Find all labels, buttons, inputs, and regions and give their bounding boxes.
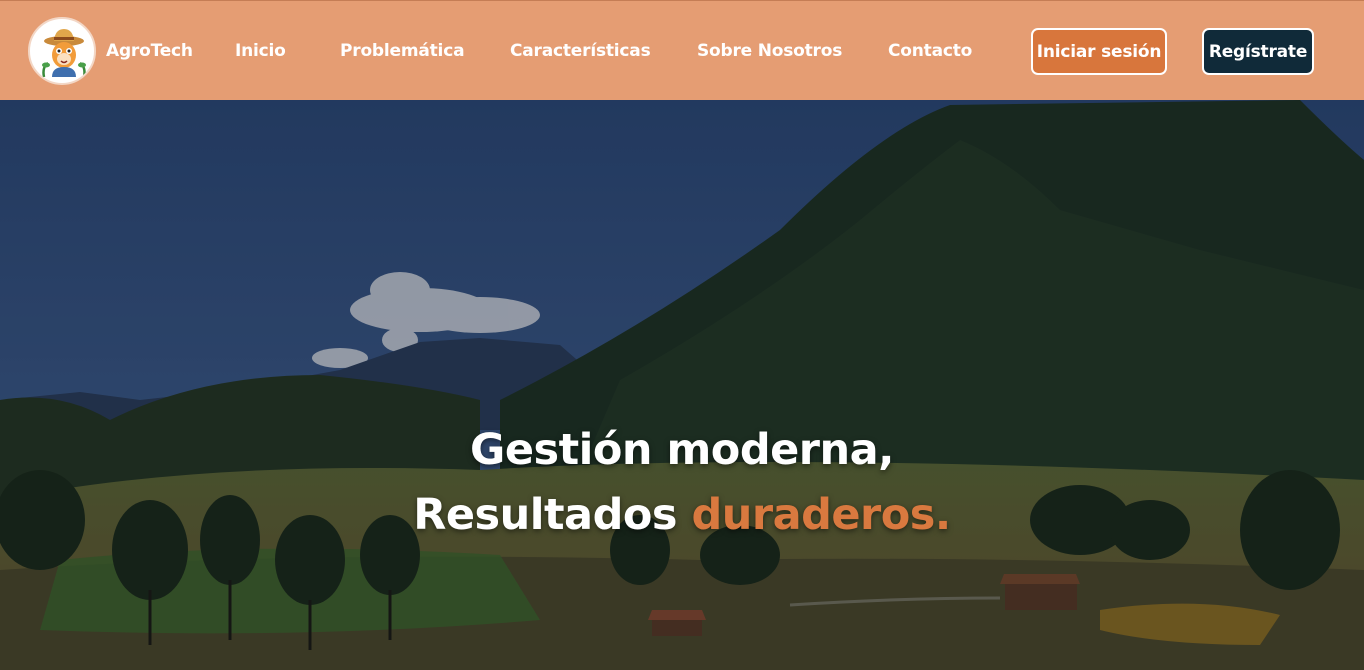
nav-link-caracteristicas[interactable]: Características xyxy=(510,41,651,61)
login-button[interactable]: Iniciar sesión xyxy=(1031,28,1167,75)
nav-link-inicio[interactable]: Inicio xyxy=(235,41,286,61)
hero-overlay xyxy=(0,100,1364,670)
nav-link-sobre-nosotros[interactable]: Sobre Nosotros xyxy=(697,41,842,61)
hero-section: Gestión moderna, Resultados duraderos. xyxy=(0,100,1364,670)
logo[interactable] xyxy=(28,17,96,85)
hero-title-main: Resultados xyxy=(413,490,692,540)
farmer-mascot-icon xyxy=(42,29,86,78)
brand-name[interactable]: AgroTech xyxy=(106,41,193,61)
hero-title-line1: Gestión moderna, xyxy=(470,425,894,475)
nav-link-problematica[interactable]: Problemática xyxy=(340,41,465,61)
register-button[interactable]: Regístrate xyxy=(1202,28,1314,75)
hero-title-line2: Resultados duraderos. xyxy=(0,490,1364,540)
navbar: AgroTech Inicio Problemática Característ… xyxy=(0,0,1364,100)
nav-link-contacto[interactable]: Contacto xyxy=(888,41,972,61)
hero-title-accent: duraderos. xyxy=(691,490,951,540)
